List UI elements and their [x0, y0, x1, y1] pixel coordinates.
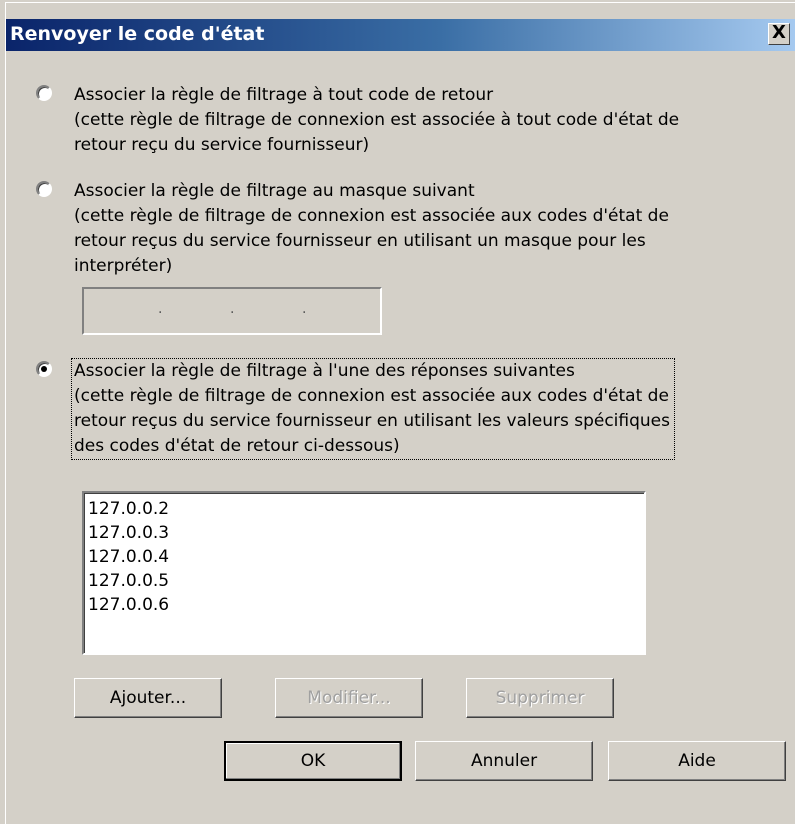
option-desc: retour reçus du service fournisseur en u… [74, 231, 646, 251]
list-item[interactable]: 127.0.0.3 [88, 521, 644, 545]
option-mask-text: Associer la règle de filtrage au masque … [74, 179, 669, 279]
radio-any-code[interactable] [36, 85, 52, 101]
codes-listbox[interactable]: 127.0.0.2 127.0.0.3 127.0.0.4 127.0.0.5 … [82, 491, 646, 655]
radio-specific-responses[interactable] [36, 361, 52, 377]
option-specific-text: Associer la règle de filtrage à l'une de… [71, 358, 675, 460]
list-item[interactable]: 127.0.0.4 [88, 545, 644, 569]
option-desc: des codes d'état de retour ci-dessous) [74, 436, 400, 456]
option-desc: retour reçus du service fournisseur en u… [74, 411, 670, 431]
dialog-window: Renvoyer le code d'état X Associer la rè… [5, 2, 795, 824]
option-desc: (cette règle de filtrage de connexion es… [74, 206, 669, 226]
option-desc: retour reçu du service fournisseur) [74, 135, 370, 155]
option-desc: (cette règle de filtrage de connexion es… [74, 386, 669, 406]
close-button[interactable]: X [768, 23, 790, 45]
option-label: Associer la règle de filtrage à l'une de… [74, 361, 575, 381]
ip-separator: . [302, 301, 307, 317]
title-bar[interactable]: Renvoyer le code d'état X [6, 19, 795, 51]
option-desc: interpréter) [74, 256, 173, 276]
radio-mask[interactable] [36, 181, 52, 197]
ip-separator: . [230, 301, 235, 317]
ok-button[interactable]: OK [224, 741, 402, 781]
option-any-code-text: Associer la règle de filtrage à tout cod… [74, 83, 679, 158]
cancel-button[interactable]: Annuler [415, 741, 593, 781]
ip-separator: . [158, 301, 163, 317]
radio-selected-dot [41, 366, 47, 372]
option-label: Associer la règle de filtrage au masque … [74, 181, 475, 201]
help-button[interactable]: Aide [608, 741, 786, 781]
mask-ip-input: . . . [82, 287, 382, 335]
list-item[interactable]: 127.0.0.5 [88, 569, 644, 593]
dialog-title: Renvoyer le code d'état [10, 23, 265, 45]
option-desc: (cette règle de filtrage de connexion es… [74, 110, 680, 130]
add-button[interactable]: Ajouter... [74, 678, 222, 718]
edit-button[interactable]: Modifier... [275, 678, 423, 718]
list-item[interactable]: 127.0.0.6 [88, 593, 644, 617]
list-item[interactable]: 127.0.0.2 [88, 497, 644, 521]
delete-button[interactable]: Supprimer [466, 678, 614, 718]
option-label: Associer la règle de filtrage à tout cod… [74, 85, 494, 105]
